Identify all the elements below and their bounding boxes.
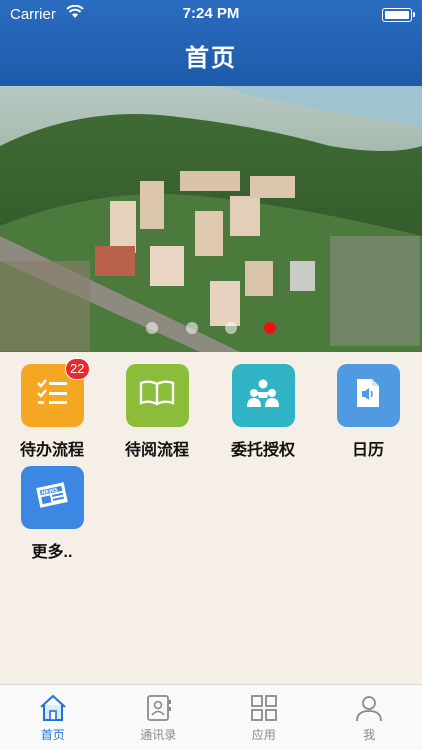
home-icon [38,693,68,723]
audio-file-icon [355,377,381,414]
contacts-icon [143,693,173,723]
carousel-dot[interactable] [186,322,198,334]
tab-label: 我 [363,728,376,742]
tab-label: 通讯录 [140,728,177,742]
app-label: 日历 [351,442,384,459]
app-tile[interactable]: NEWS [20,466,84,529]
banner-image [0,86,422,352]
app-tile[interactable] [336,364,400,427]
app-grid: 22 待办流程 待阅流程 委托授权 日历 NEWS 更多.. [0,352,422,684]
carousel-dot-active[interactable] [264,322,276,334]
app-tile[interactable]: 22 [20,358,90,427]
tab-home[interactable]: 首页 [0,685,106,750]
app-tile[interactable] [231,364,295,427]
apps-grid-icon [249,693,279,723]
notification-badge: 22 [65,358,90,380]
navigation-header: Carrier 7:24 PM 首页 [0,0,422,86]
tab-contacts[interactable]: 通讯录 [106,685,212,750]
clock: 7:24 PM [182,5,240,22]
tab-bar: 首页 通讯录 应用 我 [0,684,422,750]
tab-label: 首页 [40,728,65,742]
person-icon [354,693,384,723]
app-todo-process[interactable]: 22 待办流程 [7,352,97,459]
app-more[interactable]: NEWS 更多.. [7,454,97,561]
task-list-icon [36,378,68,413]
page-title: 首页 [185,45,237,72]
banner-carousel[interactable] [0,86,422,352]
app-delegation[interactable]: 委托授权 [218,352,308,459]
app-calendar[interactable]: 日历 [323,352,413,459]
people-icon [246,378,280,413]
carousel-indicators [0,322,422,336]
tab-label: 应用 [251,728,276,742]
tab-me[interactable]: 我 [317,685,422,750]
status-bar: Carrier 7:24 PM [0,0,422,28]
carousel-dot[interactable] [146,322,158,334]
app-tile[interactable] [125,364,189,427]
app-read-process[interactable]: 待阅流程 [112,352,202,459]
app-label: 委托授权 [230,442,295,459]
app-label: 待阅流程 [124,442,189,459]
tab-apps[interactable]: 应用 [211,685,317,750]
carousel-dot[interactable] [225,322,237,334]
battery-icon [382,8,415,22]
newspaper-icon: NEWS [34,480,70,515]
open-book-icon [139,380,175,411]
app-label: 更多.. [31,544,73,561]
